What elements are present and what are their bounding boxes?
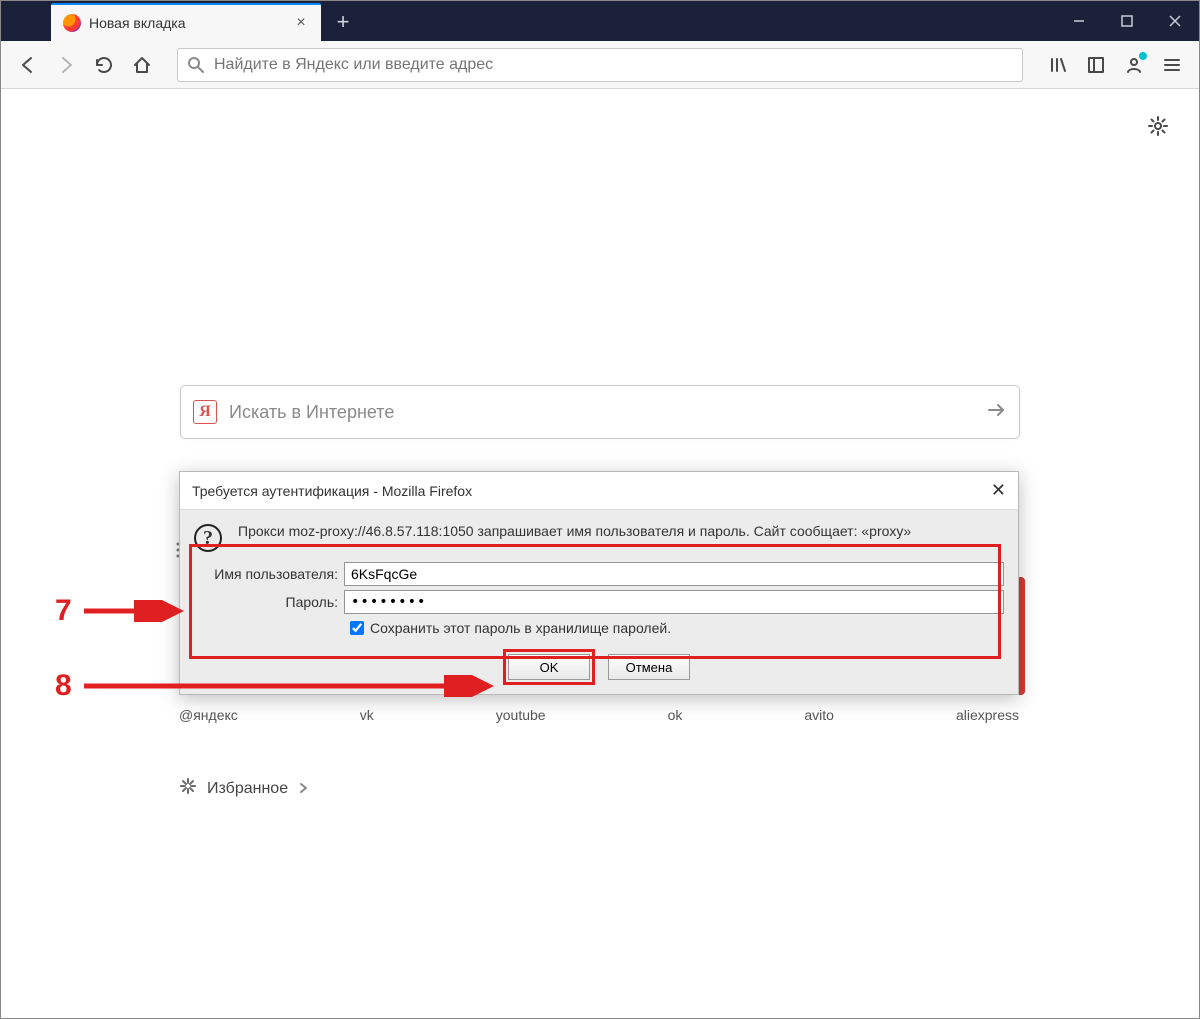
- sidebar-button[interactable]: [1079, 48, 1113, 82]
- cancel-button[interactable]: Отмена: [608, 654, 690, 680]
- topsite-ok[interactable]: ok: [668, 707, 683, 723]
- tab-title: Новая вкладка: [89, 15, 293, 31]
- tab-close-icon[interactable]: ×: [293, 15, 309, 31]
- topsite-avito[interactable]: avito: [804, 707, 834, 723]
- question-icon: ?: [194, 524, 222, 552]
- yandex-icon: Я: [193, 400, 217, 424]
- username-label: Имя пользователя:: [194, 566, 344, 582]
- topsite-vk[interactable]: vk: [360, 707, 374, 723]
- new-tab-page: Я Искать в Интернете @яндекс vk youtube …: [1, 89, 1199, 1018]
- window-maximize-button[interactable]: [1103, 1, 1151, 41]
- dialog-title: Требуется аутентификация - Mozilla Firef…: [192, 483, 472, 499]
- save-password-label: Сохранить этот пароль в хранилище пароле…: [370, 620, 671, 636]
- sparkle-icon: [179, 777, 197, 800]
- back-button[interactable]: [11, 48, 45, 82]
- save-password-checkbox[interactable]: [350, 621, 364, 635]
- username-input[interactable]: [344, 562, 1004, 586]
- dialog-close-button[interactable]: ✕: [991, 480, 1006, 501]
- notification-dot-icon: [1139, 52, 1147, 60]
- home-button[interactable]: [125, 48, 159, 82]
- favorites-section[interactable]: Избранное: [179, 777, 310, 800]
- center-search-box[interactable]: Я Искать в Интернете: [180, 385, 1020, 439]
- window-minimize-button[interactable]: [1055, 1, 1103, 41]
- password-label: Пароль:: [194, 594, 344, 610]
- navbar: [1, 41, 1199, 89]
- account-button[interactable]: [1117, 48, 1151, 82]
- dialog-message: Прокси moz-proxy://46.8.57.118:1050 запр…: [238, 522, 1004, 552]
- topsite-aliexpress[interactable]: aliexpress: [956, 707, 1019, 723]
- reload-button[interactable]: [87, 48, 121, 82]
- topsite-youtube[interactable]: youtube: [496, 707, 546, 723]
- page-settings-button[interactable]: [1147, 115, 1169, 142]
- auth-dialog: Требуется аутентификация - Mozilla Firef…: [179, 471, 1019, 695]
- search-icon: [186, 55, 206, 75]
- firefox-icon: [63, 14, 81, 32]
- ok-button[interactable]: OK: [508, 654, 590, 680]
- new-tab-button[interactable]: +: [327, 6, 359, 38]
- annotation-7: 7: [51, 594, 184, 628]
- titlebar: Новая вкладка × +: [1, 1, 1199, 41]
- arrow-right-icon[interactable]: [985, 399, 1007, 426]
- center-search-placeholder: Искать в Интернете: [229, 402, 985, 423]
- topsites-row: @яндекс vk youtube ok avito aliexpress: [179, 707, 1019, 723]
- library-button[interactable]: [1041, 48, 1075, 82]
- urlbar[interactable]: [177, 48, 1023, 82]
- menu-button[interactable]: [1155, 48, 1189, 82]
- window-close-button[interactable]: [1151, 1, 1199, 41]
- forward-button[interactable]: [49, 48, 83, 82]
- chevron-right-icon: [298, 781, 310, 797]
- favorites-label: Избранное: [207, 780, 288, 798]
- topsite-yandex[interactable]: @яндекс: [179, 707, 238, 723]
- annotation-7-label: 7: [51, 594, 76, 628]
- urlbar-input[interactable]: [214, 56, 1014, 74]
- annotation-8-label: 8: [51, 669, 76, 703]
- browser-tab[interactable]: Новая вкладка ×: [51, 3, 321, 41]
- password-input[interactable]: [344, 590, 1004, 614]
